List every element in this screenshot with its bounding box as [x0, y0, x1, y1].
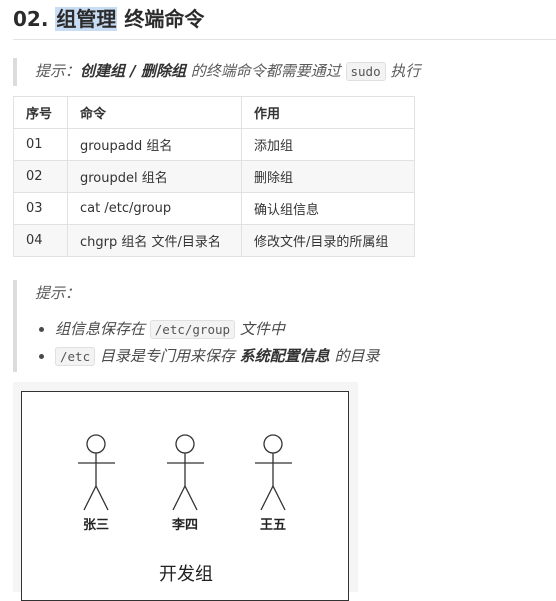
- tip-prefix: 提示：: [35, 62, 81, 80]
- tip-code: sudo: [345, 62, 386, 81]
- row-purpose: 添加组: [241, 128, 415, 161]
- header-command: 命令: [67, 96, 242, 129]
- tip-middle: 的终端命令都需要通过: [185, 62, 346, 80]
- info-blockquote: 提示： 组信息保存在 /etc/group 文件中 /etc 目录是专门用来保存…: [13, 280, 547, 372]
- heading-number: 02.: [13, 7, 49, 31]
- row-index: 01: [13, 128, 68, 161]
- table-header-row: 序号 命令 作用: [13, 96, 415, 129]
- heading-divider: [13, 39, 556, 40]
- group-label: 开发组: [159, 564, 213, 585]
- item1-code: /etc/group: [149, 320, 236, 339]
- row-purpose: 修改文件/目录的所属组: [241, 224, 415, 257]
- tip-suffix: 执行: [385, 62, 421, 80]
- info-title: 提示：: [35, 284, 81, 302]
- actor-icon: [78, 434, 115, 511]
- item1-post: 文件中: [235, 320, 285, 338]
- item2-pre: 目录是专门用来保存: [95, 347, 240, 365]
- group-diagram: 张三 李四 王五 开发组: [13, 382, 358, 601]
- row-index: 02: [13, 160, 68, 193]
- row-command: chgrp 组名 文件/目录名: [67, 224, 242, 257]
- heading-highlight[interactable]: 组管理: [55, 7, 118, 31]
- actor-label: 张三: [82, 518, 109, 533]
- actor-label: 李四: [171, 518, 198, 533]
- heading-rest: 终端命令: [117, 7, 205, 31]
- row-command: cat /etc/group: [67, 192, 242, 225]
- list-item: /etc 目录是专门用来保存 系统配置信息 的目录: [55, 343, 379, 370]
- item1-pre: 组信息保存在: [55, 320, 150, 338]
- list-item: 组信息保存在 /etc/group 文件中: [55, 316, 379, 343]
- row-index: 03: [13, 192, 68, 225]
- table-row: 02 groupdel 组名 删除组: [13, 160, 415, 193]
- header-purpose: 作用: [241, 96, 415, 129]
- row-command: groupdel 组名: [67, 160, 242, 193]
- item2-post: 的目录: [329, 347, 380, 365]
- document-page: 02. 组管理 终端命令 提示：创建组 / 删除组 的终端命令都需要通过 sud…: [0, 0, 556, 601]
- header-index: 序号: [13, 96, 68, 129]
- item2-bold: 系统配置信息: [239, 347, 330, 365]
- row-purpose: 确认组信息: [241, 192, 415, 225]
- row-command: groupadd 组名: [67, 128, 242, 161]
- info-list: 组信息保存在 /etc/group 文件中 /etc 目录是专门用来保存 系统配…: [37, 316, 379, 370]
- table-row: 03 cat /etc/group 确认组信息: [13, 192, 415, 225]
- section-heading: 02. 组管理 终端命令: [13, 4, 204, 34]
- tip-bold: 创建组 / 删除组: [80, 62, 186, 80]
- tip-text: 提示：创建组 / 删除组 的终端命令都需要通过 sudo 执行: [35, 60, 420, 83]
- tip-blockquote: 提示：创建组 / 删除组 的终端命令都需要通过 sudo 执行: [13, 58, 547, 86]
- actor-icon: [255, 434, 292, 511]
- table-row: 01 groupadd 组名 添加组: [13, 128, 415, 161]
- group-frame: 张三 李四 王五 开发组: [21, 391, 349, 601]
- row-index: 04: [13, 224, 68, 257]
- item2-code: /etc: [55, 347, 96, 366]
- actor-icon: [167, 434, 204, 511]
- row-purpose: 删除组: [241, 160, 415, 193]
- command-table: 序号 命令 作用 01 groupadd 组名 添加组 02 groupdel …: [13, 96, 415, 257]
- table-row: 04 chgrp 组名 文件/目录名 修改文件/目录的所属组: [13, 224, 415, 257]
- actor-label: 王五: [259, 518, 286, 533]
